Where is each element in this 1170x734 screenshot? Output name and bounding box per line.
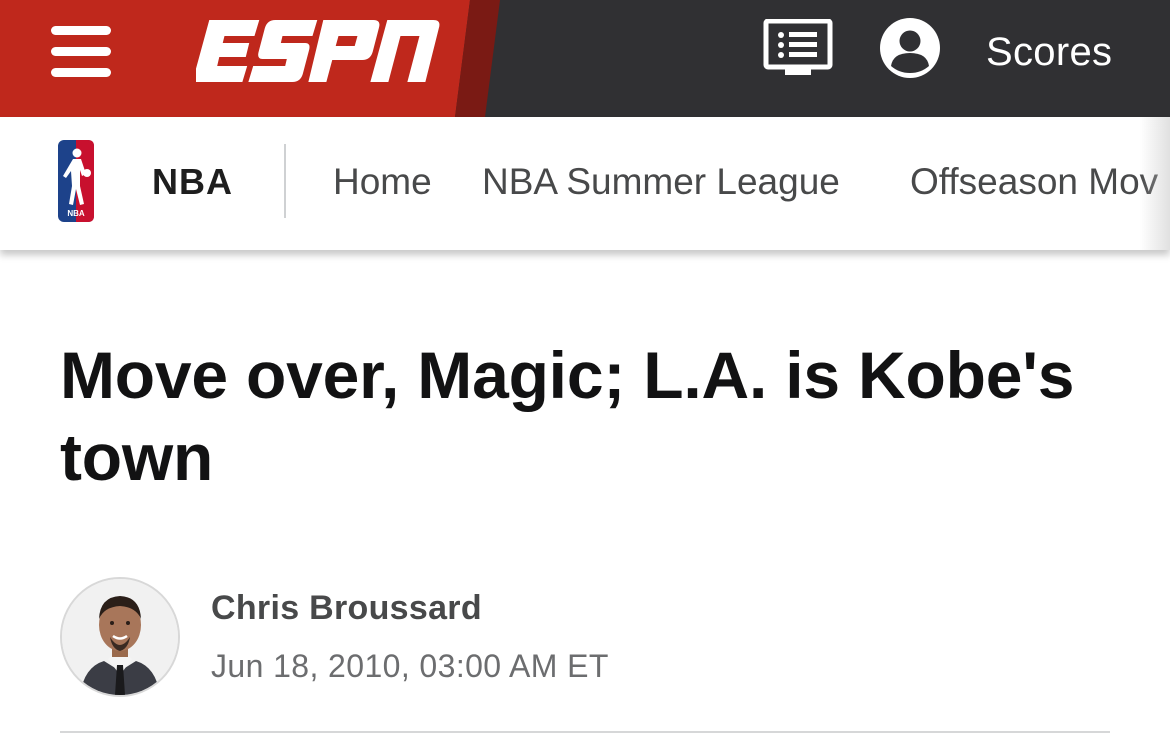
subnav-scroll-fade — [1140, 117, 1170, 250]
scores-link[interactable]: Scores — [986, 26, 1112, 78]
league-name[interactable]: NBA — [152, 160, 233, 204]
league-subnav: NBA NBA Home NBA Summer League Offseason… — [0, 117, 1170, 250]
author-portrait-image — [62, 579, 178, 695]
nav-divider — [284, 144, 286, 218]
nav-item-summer-league[interactable]: NBA Summer League — [482, 160, 840, 204]
nba-logo-text: NBA — [67, 209, 85, 218]
nav-item-home[interactable]: Home — [333, 160, 432, 204]
article-headline: Move over, Magic; L.A. is Kobe's town — [60, 338, 1075, 494]
nav-item-offseason-moves[interactable]: Offseason Mov — [910, 160, 1158, 204]
espn-logo[interactable] — [196, 16, 446, 86]
publish-timestamp: Jun 18, 2010, 03:00 AM ET — [211, 648, 609, 684]
author-avatar[interactable] — [60, 577, 180, 697]
user-profile-icon[interactable] — [879, 17, 941, 79]
hamburger-menu-icon[interactable] — [51, 26, 111, 78]
nba-logo-icon[interactable]: NBA — [58, 140, 94, 222]
author-name[interactable]: Chris Broussard — [211, 588, 482, 628]
top-bar: Scores — [0, 0, 1170, 117]
watch-list-icon[interactable] — [763, 19, 833, 79]
divider-line — [60, 731, 1110, 733]
